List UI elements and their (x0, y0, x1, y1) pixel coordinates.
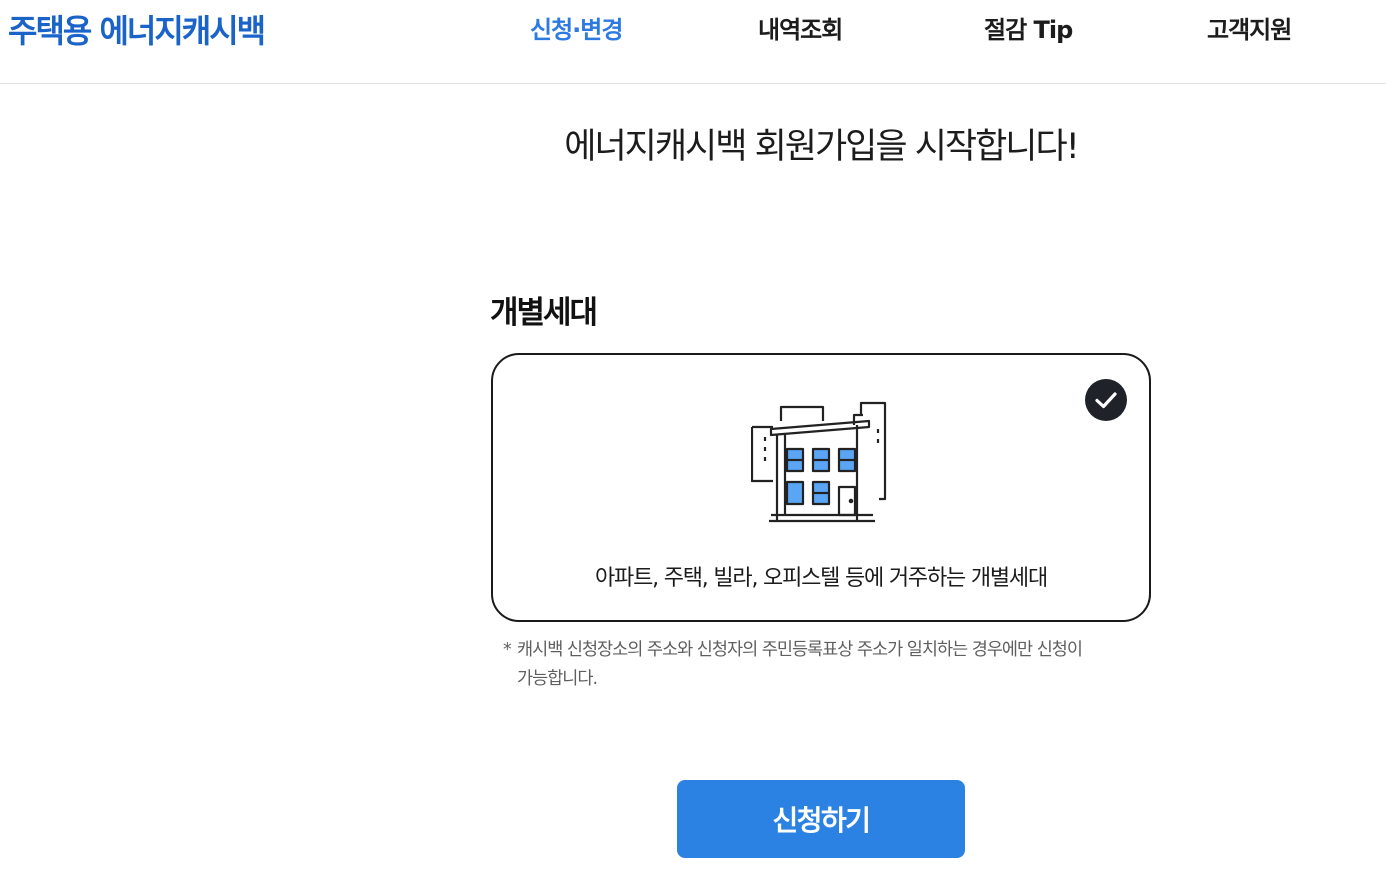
notice-line-1: 캐시백 신청장소의 주소와 신청자의 주민등록표상 주소가 일치하는 경우에만 … (517, 640, 1083, 660)
apply-button[interactable]: 신청하기 (677, 780, 965, 858)
individual-household-option-card[interactable]: 아파트, 주택, 빌라, 오피스텔 등에 거주하는 개별세대 (491, 353, 1151, 622)
building-icon (750, 391, 893, 531)
notice-line-2: 가능합니다. (517, 669, 598, 689)
section-title: 개별세대 (490, 295, 598, 331)
site-logo[interactable]: 주택용 에너지캐시백 (8, 6, 266, 52)
nav-apply-change[interactable]: 신청·변경 (530, 10, 623, 45)
option-description: 아파트, 주택, 빌라, 오피스텔 등에 거주하는 개별세대 (595, 566, 1048, 591)
top-header: 주택용 에너지캐시백 신청·변경 내역조회 절감 Tip 고객지원 (0, 0, 1386, 84)
notice-marker: * (503, 640, 512, 660)
nav-customer-support[interactable]: 고객지원 (1207, 10, 1292, 45)
eligibility-notice: * 캐시백 신청장소의 주소와 신청자의 주민등록표상 주소가 일치하는 경우에… (503, 636, 1143, 694)
page-title: 에너지캐시백 회원가입을 시작합니다! (564, 127, 1079, 167)
selected-check-icon (1085, 379, 1127, 421)
nav-saving-tip[interactable]: 절감 Tip (984, 10, 1073, 45)
nav-history[interactable]: 내역조회 (758, 10, 843, 45)
